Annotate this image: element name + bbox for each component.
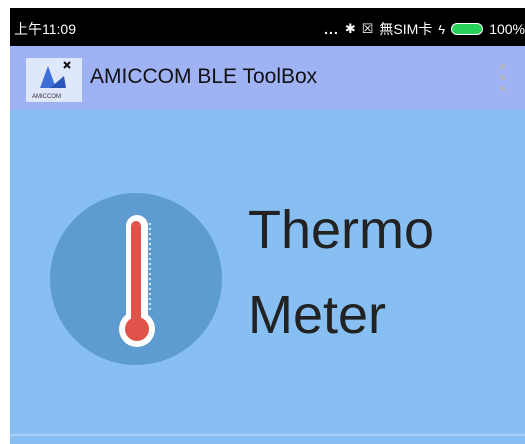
divider (10, 434, 525, 436)
logo-text: AMICCOM (32, 94, 61, 100)
battery-percent: 100% (489, 21, 525, 37)
charging-bolt-icon: ϟ (438, 21, 446, 37)
signal-dots: ... (324, 21, 339, 37)
app-title: AMICCOM BLE ToolBox (90, 65, 318, 88)
sim-status: 無SIM卡 (379, 21, 433, 37)
feature-title-line2: Meter (248, 285, 387, 345)
status-time: 上午11:09 (14, 21, 76, 37)
thermometer-icon (119, 215, 155, 347)
overflow-menu-icon[interactable] (497, 64, 507, 94)
thermometer-button[interactable] (50, 193, 222, 365)
sim-x-icon: ☒ (361, 21, 374, 36)
app-screen: 上午11:09 ... ✱ ☒ 無SIM卡 ϟ 100% AMICCOM AMI… (10, 8, 525, 444)
app-bar: AMICCOM AMICCOM BLE ToolBox (10, 46, 525, 110)
status-bar: 上午11:09 ... ✱ ☒ 無SIM卡 ϟ 100% (10, 8, 525, 46)
bluetooth-icon: ✱ (344, 21, 356, 36)
amiccom-logo-icon: AMICCOM (26, 58, 82, 102)
status-indicators: ... ✱ ☒ 無SIM卡 ϟ 100% (324, 19, 525, 39)
battery-icon (451, 23, 484, 35)
feature-title-line1: Thermo (248, 200, 435, 260)
main-content: Thermo Meter (10, 110, 525, 444)
